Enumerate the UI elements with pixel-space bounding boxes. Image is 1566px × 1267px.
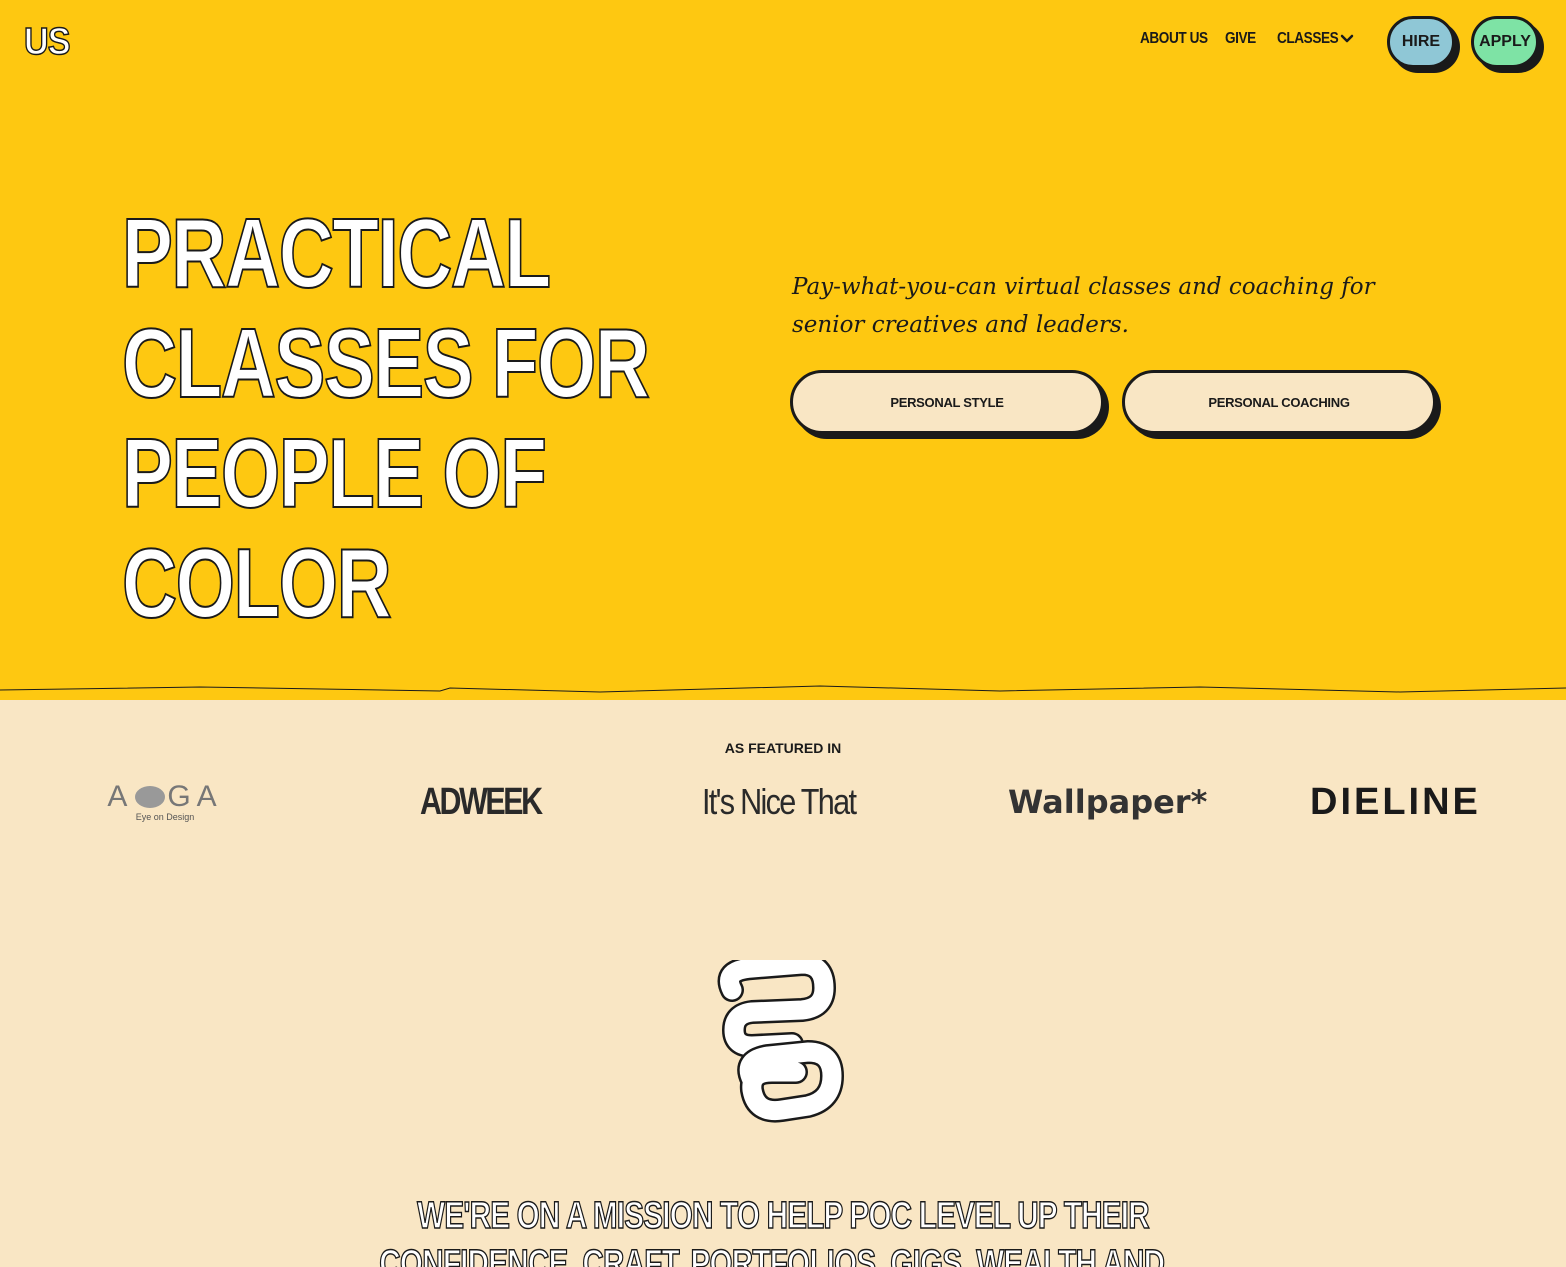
- site-logo[interactable]: US: [23, 21, 71, 63]
- wallpaper-logo: Wallpaper*: [1008, 783, 1208, 821]
- dieline-logo: DIELINE: [1310, 780, 1481, 823]
- mission-text: WE'RE ON A MISSION TO HELP POC LEVEL UP …: [379, 1194, 1188, 1267]
- aiga-wordmark: A GA: [107, 782, 222, 812]
- adweek-logo: ADWEEK: [420, 780, 543, 823]
- mission-statement: WE'RE ON A MISSION TO HELP POC LEVEL UP …: [379, 1192, 1188, 1267]
- personal-style-button[interactable]: PERSONAL STYLE: [790, 370, 1104, 434]
- nav-classes[interactable]: CLASSES: [1277, 30, 1339, 48]
- aiga-subtitle: Eye on Design: [135, 812, 195, 822]
- headline-line-3: PEOPLE OF COLOR: [121, 417, 548, 639]
- hero-headline: PRACTICAL CLASSES FOR PEOPLE OF COLOR: [121, 197, 762, 639]
- headline-line-1: PRACTICAL: [121, 197, 552, 309]
- nav-about-us[interactable]: ABOUT US: [1140, 30, 1208, 48]
- aiga-letters-ga: GA: [167, 780, 223, 813]
- personal-coaching-button[interactable]: PERSONAL COACHING: [1122, 370, 1436, 434]
- hero-torn-edge: [0, 682, 1566, 693]
- nav-give[interactable]: GIVE: [1225, 30, 1256, 48]
- headline-line-2: CLASSES FOR: [121, 307, 651, 419]
- hero-subtext: Pay-what-you-can virtual classes and coa…: [792, 274, 1375, 338]
- chevron-down-icon[interactable]: [1340, 32, 1354, 46]
- aiga-eye-icon: [135, 786, 166, 808]
- its-nice-that-logo: It's Nice That: [702, 781, 857, 822]
- featured-label: AS FEATURED IN: [724, 740, 842, 756]
- aiga-logo: A GA Eye on Design: [103, 778, 227, 826]
- hire-button[interactable]: HIRE: [1387, 16, 1455, 68]
- us-mark-icon: [717, 960, 844, 1123]
- aiga-letter-a: A: [107, 780, 134, 813]
- apply-button[interactable]: APPLY: [1471, 16, 1539, 68]
